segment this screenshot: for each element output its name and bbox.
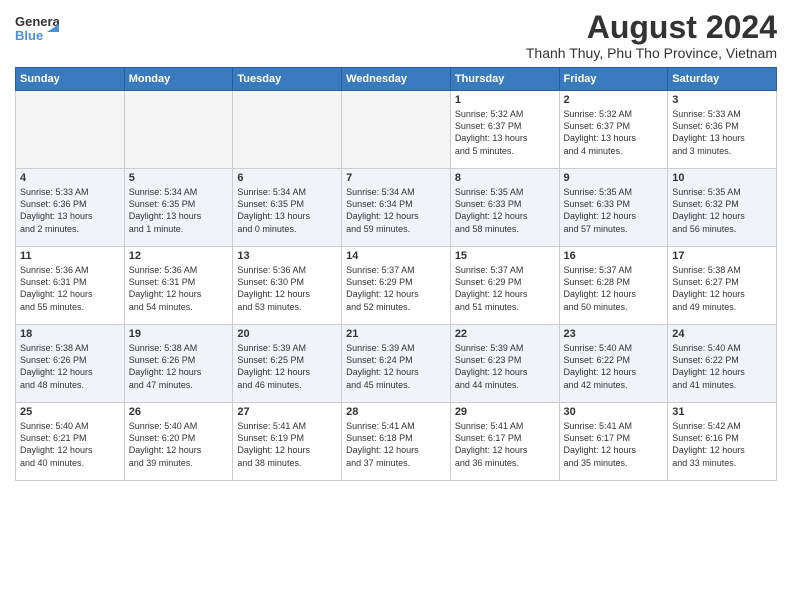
table-row: 31Sunrise: 5:42 AM Sunset: 6:16 PM Dayli… xyxy=(668,403,777,481)
table-row: 16Sunrise: 5:37 AM Sunset: 6:28 PM Dayli… xyxy=(559,247,668,325)
logo: General Blue xyxy=(15,10,59,46)
table-row: 20Sunrise: 5:39 AM Sunset: 6:25 PM Dayli… xyxy=(233,325,342,403)
table-row: 2Sunrise: 5:32 AM Sunset: 6:37 PM Daylig… xyxy=(559,91,668,169)
month-title: August 2024 xyxy=(526,10,777,45)
table-row: 9Sunrise: 5:35 AM Sunset: 6:33 PM Daylig… xyxy=(559,169,668,247)
logo-icon: General Blue xyxy=(15,10,59,46)
table-row: 5Sunrise: 5:34 AM Sunset: 6:35 PM Daylig… xyxy=(124,169,233,247)
table-row: 1Sunrise: 5:32 AM Sunset: 6:37 PM Daylig… xyxy=(450,91,559,169)
table-row: 30Sunrise: 5:41 AM Sunset: 6:17 PM Dayli… xyxy=(559,403,668,481)
table-row: 28Sunrise: 5:41 AM Sunset: 6:18 PM Dayli… xyxy=(342,403,451,481)
table-row xyxy=(233,91,342,169)
col-wednesday: Wednesday xyxy=(342,68,451,91)
table-row: 4Sunrise: 5:33 AM Sunset: 6:36 PM Daylig… xyxy=(16,169,125,247)
table-row xyxy=(342,91,451,169)
table-row: 12Sunrise: 5:36 AM Sunset: 6:31 PM Dayli… xyxy=(124,247,233,325)
svg-text:General: General xyxy=(15,14,59,29)
table-row: 14Sunrise: 5:37 AM Sunset: 6:29 PM Dayli… xyxy=(342,247,451,325)
svg-text:Blue: Blue xyxy=(15,28,43,43)
table-row: 23Sunrise: 5:40 AM Sunset: 6:22 PM Dayli… xyxy=(559,325,668,403)
table-row: 26Sunrise: 5:40 AM Sunset: 6:20 PM Dayli… xyxy=(124,403,233,481)
table-row: 6Sunrise: 5:34 AM Sunset: 6:35 PM Daylig… xyxy=(233,169,342,247)
table-row: 11Sunrise: 5:36 AM Sunset: 6:31 PM Dayli… xyxy=(16,247,125,325)
table-row: 18Sunrise: 5:38 AM Sunset: 6:26 PM Dayli… xyxy=(16,325,125,403)
col-tuesday: Tuesday xyxy=(233,68,342,91)
table-row: 27Sunrise: 5:41 AM Sunset: 6:19 PM Dayli… xyxy=(233,403,342,481)
table-row: 29Sunrise: 5:41 AM Sunset: 6:17 PM Dayli… xyxy=(450,403,559,481)
calendar-table: Sunday Monday Tuesday Wednesday Thursday… xyxy=(15,67,777,481)
table-row: 10Sunrise: 5:35 AM Sunset: 6:32 PM Dayli… xyxy=(668,169,777,247)
table-row xyxy=(124,91,233,169)
table-row: 3Sunrise: 5:33 AM Sunset: 6:36 PM Daylig… xyxy=(668,91,777,169)
col-saturday: Saturday xyxy=(668,68,777,91)
header-row: Sunday Monday Tuesday Wednesday Thursday… xyxy=(16,68,777,91)
table-row: 21Sunrise: 5:39 AM Sunset: 6:24 PM Dayli… xyxy=(342,325,451,403)
col-sunday: Sunday xyxy=(16,68,125,91)
table-row: 25Sunrise: 5:40 AM Sunset: 6:21 PM Dayli… xyxy=(16,403,125,481)
table-row: 24Sunrise: 5:40 AM Sunset: 6:22 PM Dayli… xyxy=(668,325,777,403)
col-thursday: Thursday xyxy=(450,68,559,91)
table-row: 17Sunrise: 5:38 AM Sunset: 6:27 PM Dayli… xyxy=(668,247,777,325)
title-area: August 2024 Thanh Thuy, Phu Tho Province… xyxy=(526,10,777,61)
table-row: 8Sunrise: 5:35 AM Sunset: 6:33 PM Daylig… xyxy=(450,169,559,247)
table-row: 22Sunrise: 5:39 AM Sunset: 6:23 PM Dayli… xyxy=(450,325,559,403)
col-friday: Friday xyxy=(559,68,668,91)
location: Thanh Thuy, Phu Tho Province, Vietnam xyxy=(526,45,777,61)
header: General Blue August 2024 Thanh Thuy, Phu… xyxy=(15,10,777,61)
table-row: 15Sunrise: 5:37 AM Sunset: 6:29 PM Dayli… xyxy=(450,247,559,325)
table-row: 13Sunrise: 5:36 AM Sunset: 6:30 PM Dayli… xyxy=(233,247,342,325)
col-monday: Monday xyxy=(124,68,233,91)
table-row xyxy=(16,91,125,169)
table-row: 7Sunrise: 5:34 AM Sunset: 6:34 PM Daylig… xyxy=(342,169,451,247)
page: General Blue August 2024 Thanh Thuy, Phu… xyxy=(0,0,792,612)
table-row: 19Sunrise: 5:38 AM Sunset: 6:26 PM Dayli… xyxy=(124,325,233,403)
